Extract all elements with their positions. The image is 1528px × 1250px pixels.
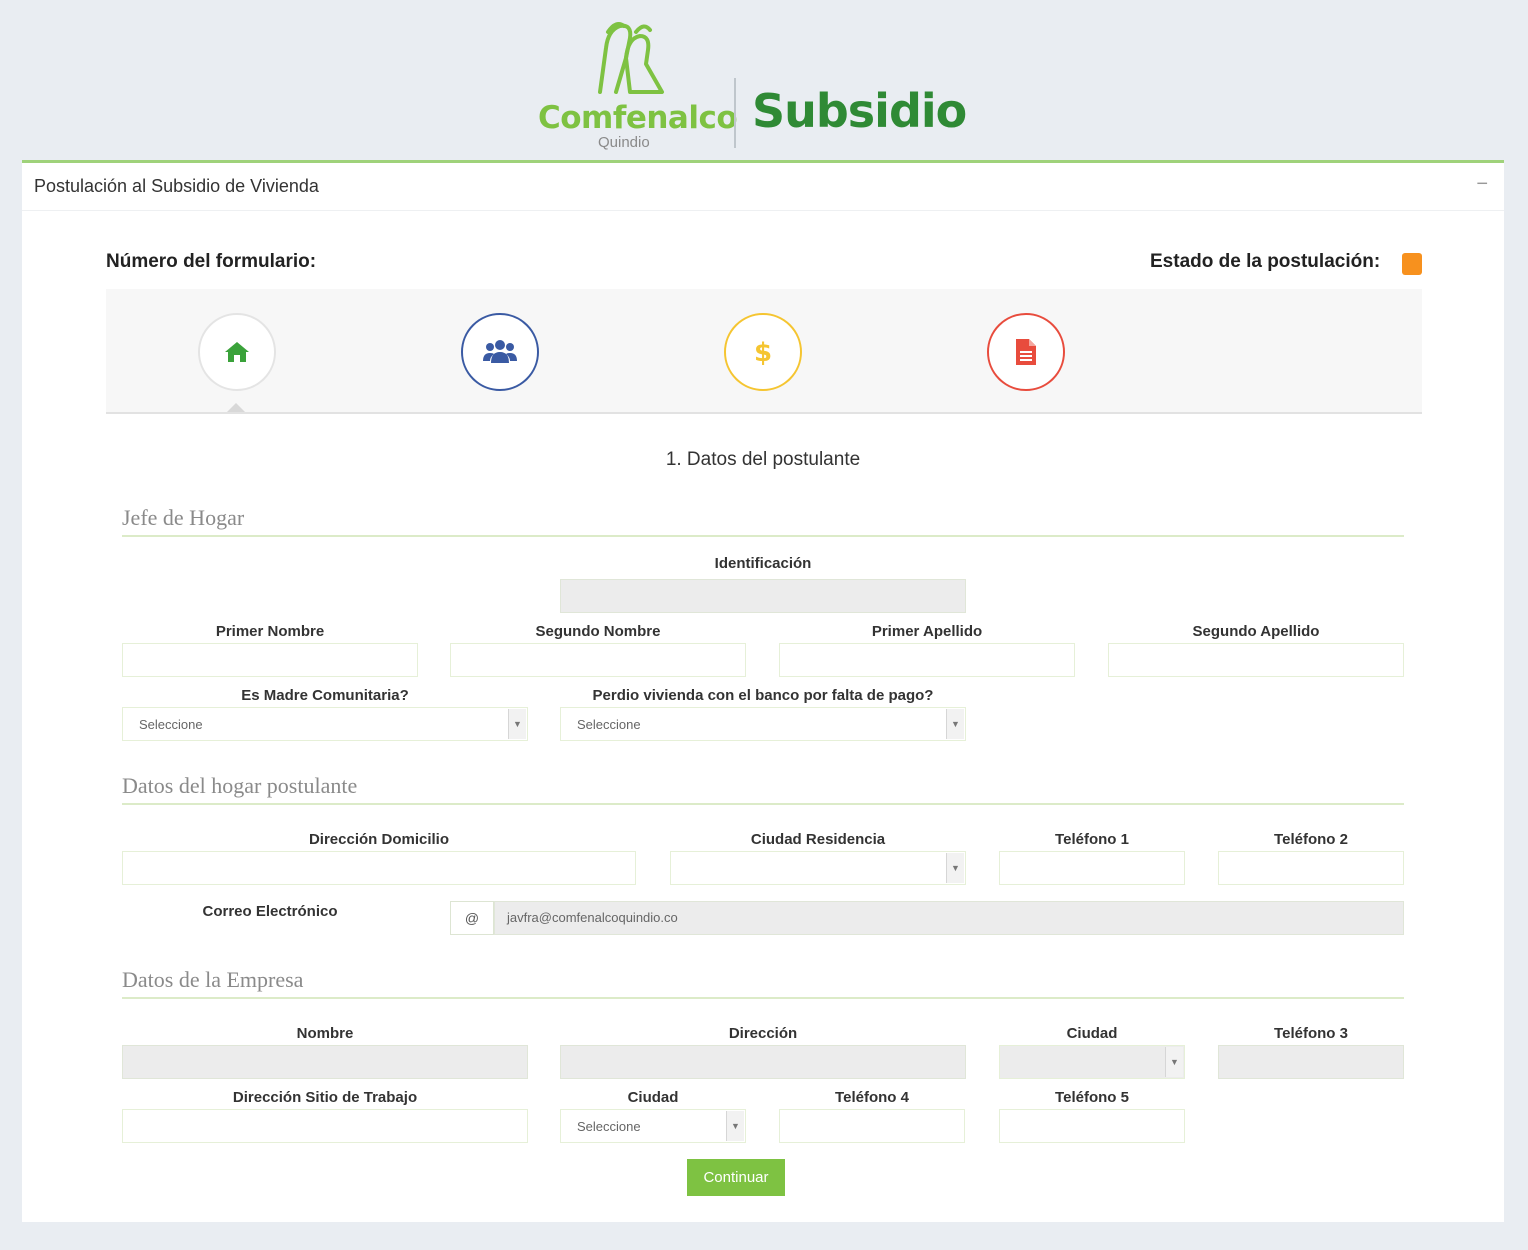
panel-title: Postulación al Subsidio de Vivienda: [34, 176, 319, 196]
telefono5-label: Teléfono 5: [1055, 1089, 1129, 1106]
status-badge: [1402, 253, 1422, 275]
continuar-button[interactable]: Continuar: [687, 1159, 785, 1196]
ciudad-residencia-label: Ciudad Residencia: [750, 831, 886, 848]
wizard-steps: $: [106, 289, 1422, 414]
collapse-button[interactable]: −: [1476, 173, 1488, 196]
empresa-ciudad-label: Ciudad: [1066, 1025, 1118, 1042]
telefono5-input[interactable]: [999, 1109, 1185, 1143]
at-icon: @: [450, 901, 494, 935]
document-icon: [1016, 339, 1036, 365]
primer-apellido-input[interactable]: [779, 643, 1075, 677]
telefono3-label: Teléfono 3: [1274, 1025, 1348, 1042]
perdio-vivienda-label: Perdio vivienda con el banco por falta d…: [592, 687, 934, 704]
empresa-direccion-input[interactable]: [560, 1045, 966, 1079]
perdio-vivienda-select[interactable]: Seleccione ▼: [560, 707, 966, 741]
ciudad-residencia-select[interactable]: ▼: [670, 851, 966, 885]
primer-nombre-label: Primer Nombre: [215, 623, 325, 640]
direccion-domicilio-label: Dirección Domicilio: [308, 831, 450, 848]
identificacion-input[interactable]: [560, 579, 966, 613]
trabajo-ciudad-select[interactable]: Seleccione ▼: [560, 1109, 746, 1143]
telefono4-input[interactable]: [779, 1109, 965, 1143]
telefono3-input[interactable]: [1218, 1045, 1404, 1079]
identificacion-label: Identificación: [714, 555, 812, 572]
users-icon: [483, 340, 517, 363]
empresa-nombre-label: Nombre: [296, 1025, 354, 1042]
step-grupo-familiar[interactable]: [461, 313, 539, 391]
select-value: Seleccione: [577, 717, 641, 732]
step-ingresos[interactable]: $: [724, 313, 802, 391]
telefono2-label: Teléfono 2: [1274, 831, 1348, 848]
section-jefe-de-hogar: Jefe de Hogar: [122, 505, 1404, 537]
dollar-icon: $: [754, 338, 772, 367]
chevron-down-icon: ▼: [946, 709, 964, 739]
segundo-nombre-input[interactable]: [450, 643, 746, 677]
chevron-down-icon: ▼: [946, 853, 964, 883]
chevron-down-icon: ▼: [1165, 1047, 1183, 1077]
primer-nombre-input[interactable]: [122, 643, 418, 677]
direccion-trabajo-label: Dirección Sitio de Trabajo: [232, 1089, 418, 1106]
step-documentos[interactable]: [987, 313, 1065, 391]
home-icon: [225, 342, 249, 362]
chevron-down-icon: ▼: [508, 709, 526, 739]
telefono2-input[interactable]: [1218, 851, 1404, 885]
status-label: Estado de la postulación:: [1150, 251, 1381, 272]
logo-divider: [734, 78, 736, 148]
step-title: 1. Datos del postulante: [665, 449, 861, 470]
empresa-direccion-label: Dirección: [728, 1025, 798, 1042]
select-value: Seleccione: [577, 1119, 641, 1134]
direccion-domicilio-input[interactable]: [122, 851, 636, 885]
segundo-nombre-label: Segundo Nombre: [535, 623, 661, 640]
header: Comfenalco Quindio Subsidio: [0, 0, 1528, 160]
brand-region: Quindio: [598, 134, 650, 151]
brand-name: Comfenalco: [538, 100, 738, 136]
product-name: Subsidio: [752, 84, 967, 138]
primer-apellido-label: Primer Apellido: [871, 623, 983, 640]
trabajo-ciudad-label: Ciudad: [627, 1089, 679, 1106]
empresa-nombre-input[interactable]: [122, 1045, 528, 1079]
empresa-ciudad-select[interactable]: ▼: [999, 1045, 1185, 1079]
chevron-down-icon: ▼: [726, 1111, 744, 1141]
telefono4-label: Teléfono 4: [835, 1089, 909, 1106]
select-value: Seleccione: [139, 717, 203, 732]
form-number-label: Número del formulario:: [106, 251, 317, 272]
section-datos-hogar: Datos del hogar postulante: [122, 773, 1404, 805]
application-panel: Postulación al Subsidio de Vivienda − Nú…: [22, 160, 1504, 1222]
correo-label: Correo Electrónico: [202, 903, 338, 920]
segundo-apellido-label: Segundo Apellido: [1192, 623, 1320, 640]
correo-input[interactable]: javfra@comfenalcoquindio.co: [494, 901, 1404, 935]
madre-comunitaria-label: Es Madre Comunitaria?: [241, 687, 409, 704]
segundo-apellido-input[interactable]: [1108, 643, 1404, 677]
section-datos-empresa: Datos de la Empresa: [122, 967, 1404, 999]
direccion-trabajo-input[interactable]: [122, 1109, 528, 1143]
active-step-caret: [227, 403, 245, 412]
telefono1-label: Teléfono 1: [1055, 831, 1129, 848]
telefono1-input[interactable]: [999, 851, 1185, 885]
madre-comunitaria-select[interactable]: Seleccione ▼: [122, 707, 528, 741]
comfenalco-logo-icon: [598, 22, 664, 94]
svg-text:$: $: [754, 338, 772, 367]
step-datos-postulante[interactable]: [198, 313, 276, 391]
panel-header: Postulación al Subsidio de Vivienda −: [22, 163, 1504, 211]
